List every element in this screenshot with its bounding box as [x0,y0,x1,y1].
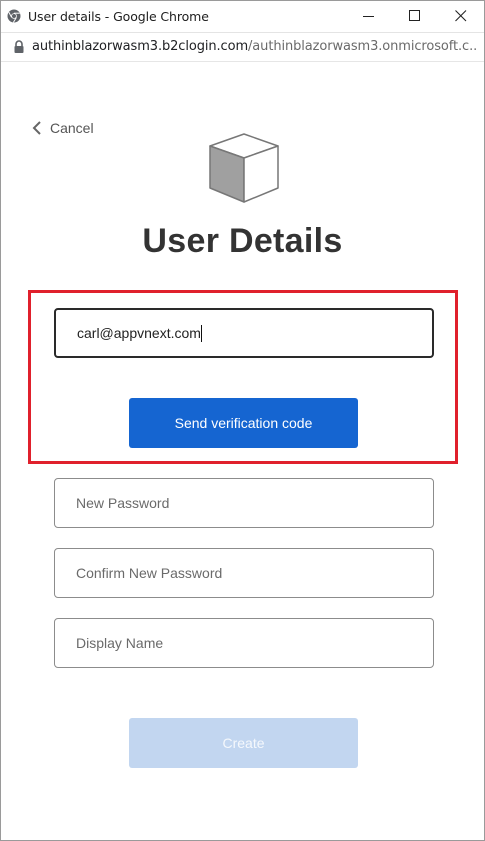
url-path: /authinblazorwasm3.onmicrosoft.c... [248,39,478,54]
chevron-left-icon [32,121,41,135]
cancel-link[interactable]: Cancel [32,120,94,136]
browser-window: User details - Google Chrome authinblazo… [0,0,485,841]
confirm-password-field[interactable]: Confirm New Password [54,548,434,598]
cancel-label: Cancel [50,120,94,136]
email-value: carl@appvnext.com [77,325,201,341]
lock-icon [14,40,24,53]
address-bar[interactable]: authinblazorwasm3.b2clogin.com/authinbla… [1,33,484,62]
cube-logo [209,133,279,203]
email-field[interactable]: carl@appvnext.com [54,308,434,358]
maximize-icon [409,10,420,21]
window-title: User details - Google Chrome [28,9,209,24]
confirm-password-placeholder: Confirm New Password [76,565,223,581]
display-name-field[interactable]: Display Name [54,618,434,668]
maximize-button[interactable] [392,1,438,32]
page-title: User Details [142,222,343,260]
text-caret [200,324,202,342]
close-button[interactable] [438,1,484,32]
minimize-icon [363,16,374,17]
page-content: Cancel User Details carl@appvnext.com Se… [1,62,484,840]
chrome-icon [7,9,21,23]
display-name-placeholder: Display Name [76,635,164,651]
minimize-button[interactable] [346,1,392,32]
url-host: authinblazorwasm3.b2clogin.com [32,39,249,54]
create-button[interactable]: Create [129,718,358,768]
url-text[interactable]: authinblazorwasm3.b2clogin.com/authinbla… [32,39,478,54]
title-bar: User details - Google Chrome [1,1,484,33]
close-icon [455,10,467,22]
send-verification-code-button[interactable]: Send verification code [129,398,358,448]
new-password-placeholder: New Password [76,495,170,511]
new-password-field[interactable]: New Password [54,478,434,528]
